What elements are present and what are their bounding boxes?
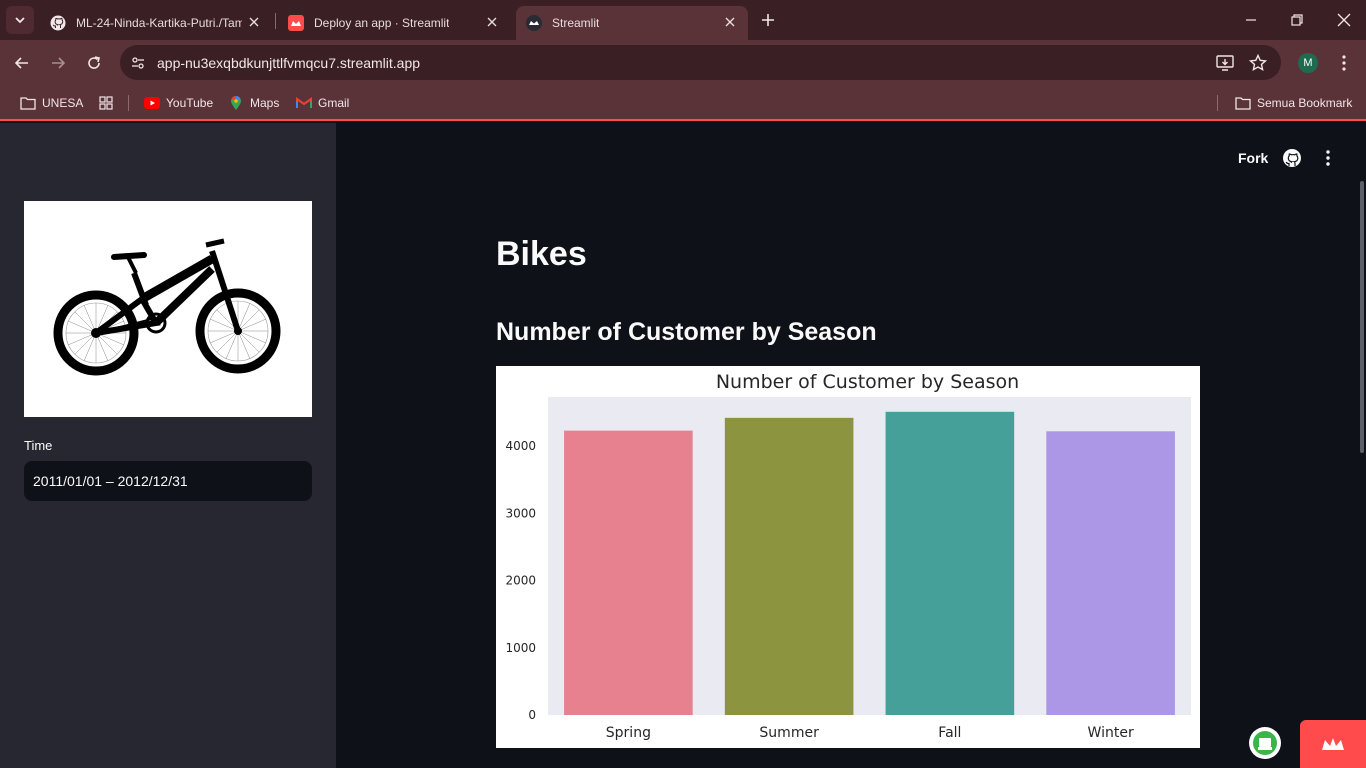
bookmark-label: YouTube: [166, 96, 214, 110]
bookmark-youtube[interactable]: YouTube: [144, 93, 213, 113]
folder-icon: [1235, 95, 1251, 111]
maps-pin-icon: [228, 95, 244, 111]
close-tab-icon[interactable]: [246, 14, 262, 30]
new-tab-button[interactable]: [758, 10, 778, 30]
back-button[interactable]: [10, 51, 34, 75]
address-bar[interactable]: app-nu3exqbdkunjttlfvmqcu7.streamlit.app: [120, 45, 1281, 80]
y-tick-label: 3000: [505, 506, 536, 520]
close-icon: [1337, 13, 1351, 27]
bookmarks-bar: UNESA YouTube Maps Gmail Semua Bookmark: [0, 86, 1366, 121]
x-tick-label: Summer: [759, 725, 819, 741]
chart-svg: Number of Customer by Season 0 1000 2000 300…: [505, 371, 1191, 741]
main-scrollbar[interactable]: [1360, 181, 1364, 453]
bicycle-image: [24, 201, 312, 417]
close-tab-icon[interactable]: [484, 14, 500, 30]
site-info-icon[interactable]: [128, 53, 148, 73]
minimize-icon: [1246, 19, 1256, 21]
gmail-icon: [296, 95, 312, 111]
browser-tab-bar: ML-24-Ninda-Kartika-Putri./Tam Deploy an…: [0, 0, 1366, 40]
github-icon: [50, 15, 66, 31]
forward-button[interactable]: [46, 51, 70, 75]
arrow-right-icon: [52, 57, 66, 69]
section-subtitle: Number of Customer by Season: [496, 318, 877, 346]
browser-tab-active[interactable]: Streamlit: [516, 6, 748, 40]
browser-toolbar: app-nu3exqbdkunjttlfvmqcu7.streamlit.app…: [0, 40, 1366, 86]
tab-title: Deploy an app · Streamlit: [314, 16, 450, 30]
y-tick-label: 4000: [505, 439, 536, 453]
y-tick-label: 2000: [505, 574, 536, 588]
close-tab-icon[interactable]: [722, 14, 738, 30]
app-main: Fork Bikes Number of Customer by Season …: [336, 123, 1366, 768]
date-range-input[interactable]: 2011/01/01 – 2012/12/31: [24, 461, 312, 501]
tab-title: Streamlit: [552, 16, 600, 30]
install-app-icon[interactable]: [1215, 53, 1235, 73]
close-window-button[interactable]: [1332, 8, 1356, 32]
bicycle-illustration-icon: [53, 238, 281, 376]
tab-search-button[interactable]: [6, 6, 34, 34]
y-tick-label: 1000: [505, 641, 536, 655]
youtube-icon: [144, 95, 160, 111]
restore-icon: [1291, 14, 1303, 26]
restore-window-button[interactable]: [1285, 8, 1309, 32]
status-icon: [1253, 731, 1277, 755]
folder-settings-icon: [20, 95, 36, 111]
bar-summer: [724, 417, 854, 715]
app-sidebar: Time 2011/01/01 – 2012/12/31: [0, 123, 336, 768]
bookmark-label: Semua Bookmark: [1257, 96, 1353, 110]
fork-button[interactable]: Fork: [1238, 150, 1268, 166]
streamlit-favicon-icon: [526, 15, 542, 31]
x-tick-label: Spring: [606, 725, 651, 741]
app-status-indicator[interactable]: [1249, 727, 1281, 759]
streamlit-favicon-icon: [288, 15, 304, 31]
bookmark-gmail[interactable]: Gmail: [296, 93, 349, 113]
page-title: Bikes: [496, 235, 587, 273]
chart-title: Number of Customer by Season: [716, 371, 1019, 393]
profile-avatar[interactable]: M: [1298, 53, 1318, 73]
bar-winter: [1046, 431, 1175, 715]
bookmark-label: Gmail: [318, 96, 350, 110]
y-tick-label: 0: [528, 708, 536, 722]
bookmark-star-icon[interactable]: [1248, 53, 1268, 73]
apps-grid-icon: [98, 95, 114, 111]
all-bookmarks-folder[interactable]: Semua Bookmark: [1235, 93, 1352, 113]
more-vertical-icon: [1326, 150, 1330, 166]
streamlit-crown-icon: [1322, 738, 1344, 750]
url-text: app-nu3exqbdkunjttlfvmqcu7.streamlit.app: [157, 55, 421, 71]
app-menu-button[interactable]: [1318, 147, 1338, 169]
hosted-with-streamlit-badge[interactable]: [1300, 720, 1366, 768]
browser-tab[interactable]: Deploy an app · Streamlit: [278, 6, 510, 40]
bookmark-divider: [128, 95, 129, 111]
bar-fall: [885, 411, 1015, 715]
arrow-left-icon: [14, 57, 28, 69]
bookmark-maps[interactable]: Maps: [228, 93, 279, 113]
browser-menu-button[interactable]: [1334, 51, 1354, 75]
bar-spring: [564, 430, 693, 715]
bookmark-label: UNESA: [42, 96, 84, 110]
more-vertical-icon: [1342, 55, 1346, 71]
time-label: Time: [24, 438, 53, 453]
bookmark-label: Maps: [250, 96, 280, 110]
reload-button[interactable]: [82, 51, 106, 75]
tab-title: ML-24-Ninda-Kartika-Putri./Tam: [76, 16, 242, 30]
tab-divider: [275, 13, 276, 29]
github-icon[interactable]: [1282, 148, 1302, 168]
x-tick-label: Winter: [1088, 725, 1134, 741]
reload-icon: [88, 56, 100, 69]
minimize-window-button[interactable]: [1239, 8, 1263, 32]
x-tick-label: Fall: [938, 725, 961, 741]
browser-tab[interactable]: ML-24-Ninda-Kartika-Putri./Tam: [40, 6, 272, 40]
season-bar-chart: Number of Customer by Season 0 1000 2000 300…: [496, 366, 1200, 748]
plus-icon: [762, 14, 774, 26]
bookmark-divider: [1217, 95, 1218, 111]
apps-shortcut[interactable]: [98, 93, 120, 113]
chevron-down-icon: [15, 17, 25, 24]
bookmark-unesa[interactable]: UNESA: [20, 93, 83, 113]
